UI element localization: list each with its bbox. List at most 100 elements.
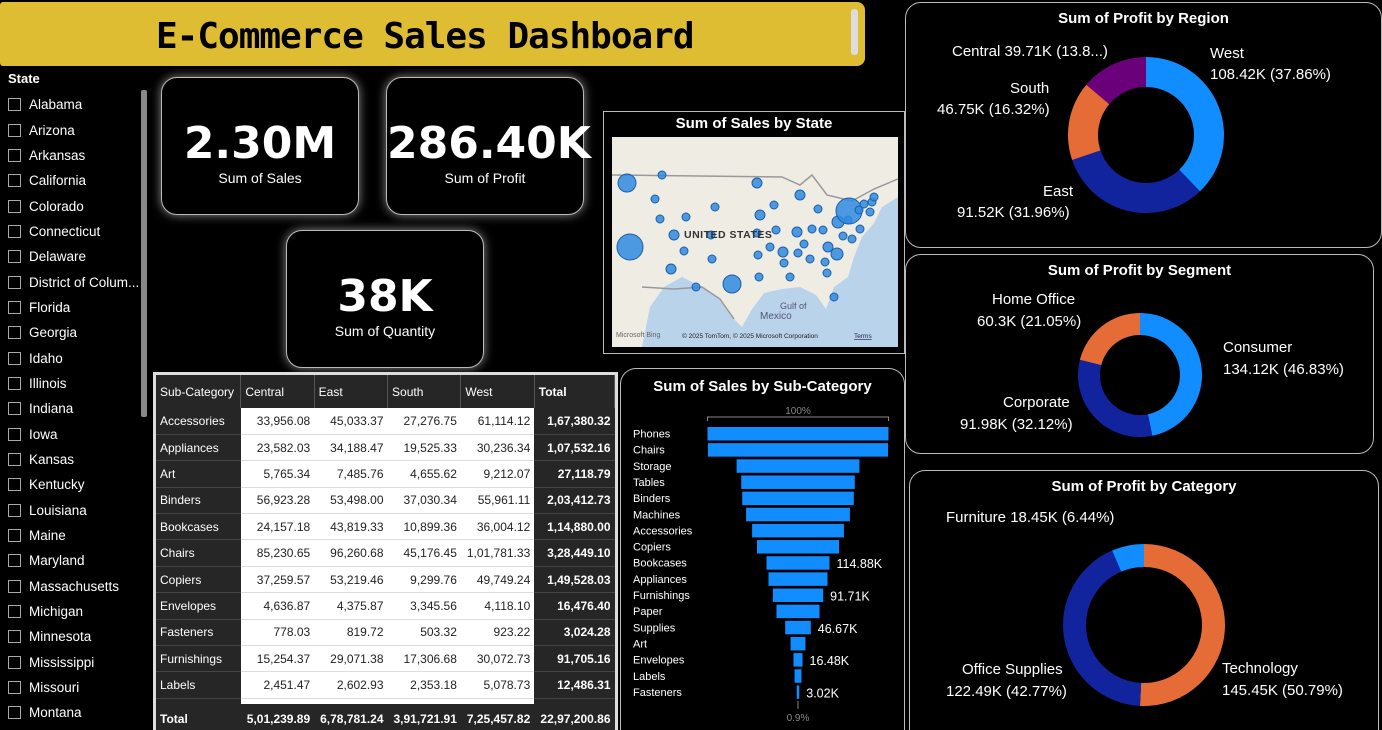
checkbox[interactable] [8, 250, 21, 264]
checkbox[interactable] [8, 554, 21, 568]
slicer-item[interactable]: Massachusetts [8, 574, 139, 599]
column-header[interactable]: West [460, 375, 535, 408]
state-sales-bubble[interactable] [616, 233, 644, 261]
slicer-item[interactable]: Montana [8, 700, 139, 725]
sales-map[interactable]: UNITED STATES Mexico Gulf of Microsoft B… [612, 137, 898, 347]
state-sales-bubble[interactable] [830, 247, 844, 261]
state-sales-bubble[interactable] [769, 200, 779, 210]
state-sales-bubble[interactable] [818, 225, 828, 235]
state-sales-bubble[interactable] [820, 257, 830, 267]
checkbox[interactable] [8, 148, 21, 162]
slicer-item[interactable]: Arizona [8, 117, 139, 142]
map-terms-link[interactable]: Terms [854, 333, 872, 340]
funnel-bar[interactable] [707, 427, 889, 441]
donut-slice-east[interactable] [1072, 150, 1200, 214]
state-sales-bubble[interactable] [838, 231, 848, 241]
state-sales-bubble[interactable] [765, 242, 775, 252]
checkbox[interactable] [8, 630, 21, 644]
slicer-item[interactable]: Alabama [8, 92, 139, 117]
slicer-item[interactable]: Idaho [8, 345, 139, 370]
state-sales-bubble[interactable] [751, 177, 763, 189]
funnel-bar[interactable] [746, 507, 850, 522]
checkbox[interactable] [8, 300, 21, 314]
slicer-item[interactable]: Missouri [8, 675, 139, 700]
checkbox[interactable] [8, 478, 21, 492]
state-sales-bubble[interactable] [777, 246, 789, 258]
funnel-bar[interactable] [794, 669, 802, 683]
checkbox[interactable] [8, 376, 21, 390]
slicer-item[interactable]: Illinois [8, 371, 139, 396]
checkbox[interactable] [8, 123, 21, 137]
title-scrollbar[interactable] [851, 9, 858, 55]
state-sales-bubble[interactable] [847, 234, 857, 244]
slicer-item[interactable]: Colorado [8, 193, 139, 218]
slicer-item[interactable]: California [8, 168, 139, 193]
slicer-item[interactable]: Kentucky [8, 472, 139, 497]
state-sales-bubble[interactable] [785, 272, 795, 282]
donut-slice-office-supplies[interactable] [1063, 550, 1142, 706]
state-sales-bubble[interactable] [793, 248, 803, 258]
checkbox[interactable] [8, 98, 21, 112]
state-sales-bubble[interactable] [807, 224, 817, 234]
donut-slice-technology[interactable] [1139, 544, 1226, 706]
state-sales-bubble[interactable] [771, 225, 781, 235]
funnel-bar[interactable] [741, 475, 855, 489]
slicer-item[interactable]: Michigan [8, 599, 139, 624]
slicer-item[interactable]: Maryland [8, 548, 139, 573]
checkbox[interactable] [8, 605, 21, 619]
state-sales-bubble[interactable] [691, 282, 701, 292]
slicer-item[interactable]: Arkansas [8, 143, 139, 168]
state-sales-bubble[interactable] [822, 241, 834, 253]
slicer-item[interactable]: Minnesota [8, 624, 139, 649]
checkbox[interactable] [8, 681, 21, 695]
slicer-item[interactable]: Delaware [8, 244, 139, 269]
checkbox[interactable] [8, 503, 21, 517]
donut-slice-home-office[interactable] [1079, 313, 1140, 366]
funnel-bar[interactable] [772, 588, 824, 603]
checkbox[interactable] [8, 579, 21, 593]
slicer-item[interactable]: Georgia [8, 320, 139, 345]
state-sales-bubble[interactable] [859, 199, 869, 209]
checkbox[interactable] [8, 224, 21, 238]
funnel-bar[interactable] [776, 604, 820, 619]
donut-slice-corporate[interactable] [1078, 359, 1153, 437]
state-sales-bubble[interactable] [779, 258, 789, 268]
state-sales-bubble[interactable] [829, 292, 839, 302]
funnel-bar[interactable] [752, 523, 844, 538]
state-sales-bubble[interactable] [855, 224, 865, 234]
funnel-bar[interactable] [785, 620, 811, 635]
checkbox[interactable] [8, 174, 21, 188]
state-sales-bubble[interactable] [754, 209, 766, 221]
state-sales-bubble[interactable] [650, 194, 660, 204]
state-sales-bubble[interactable] [865, 207, 875, 217]
state-sales-bubble[interactable] [707, 254, 717, 264]
checkbox[interactable] [8, 275, 21, 289]
funnel-bar[interactable] [793, 653, 803, 667]
checkbox[interactable] [8, 402, 21, 416]
slicer-item[interactable]: Kansas [8, 447, 139, 472]
checkbox[interactable] [8, 351, 21, 365]
column-header[interactable]: Total [534, 375, 616, 408]
state-sales-bubble[interactable] [681, 212, 691, 222]
checkbox[interactable] [8, 326, 21, 340]
checkbox[interactable] [8, 655, 21, 669]
slicer-scrollbar[interactable] [141, 90, 147, 417]
funnel-bar[interactable] [796, 685, 800, 699]
slicer-item[interactable]: Connecticut [8, 219, 139, 244]
state-sales-bubble[interactable] [722, 274, 742, 294]
funnel-bar[interactable] [736, 459, 860, 473]
funnel-bar[interactable] [766, 556, 830, 570]
donut-slice-consumer[interactable] [1140, 313, 1202, 436]
state-sales-bubble[interactable] [710, 202, 720, 212]
checkbox[interactable] [8, 706, 21, 720]
column-header[interactable]: Sub-Category [156, 375, 242, 408]
state-sales-bubble[interactable] [657, 170, 667, 180]
state-sales-bubble[interactable] [754, 272, 764, 282]
funnel-bar[interactable] [756, 540, 840, 554]
slicer-item[interactable]: Louisiana [8, 498, 139, 523]
slicer-item[interactable]: Florida [8, 295, 139, 320]
column-header[interactable]: Central [240, 375, 315, 408]
funnel-bar[interactable] [790, 636, 806, 651]
slicer-item[interactable]: Indiana [8, 396, 139, 421]
state-sales-bubble[interactable] [794, 189, 806, 201]
